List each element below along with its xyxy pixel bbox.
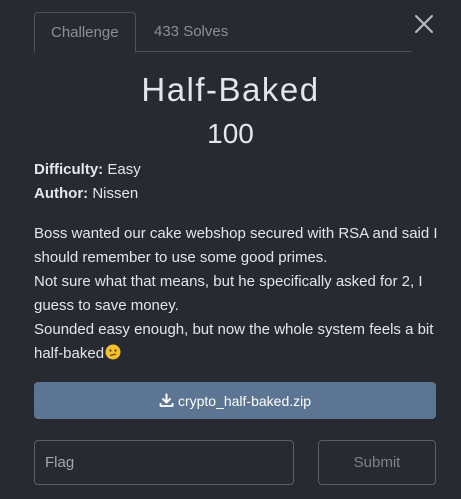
challenge-points: 100 — [207, 118, 254, 149]
difficulty-label: Difficulty: — [34, 161, 104, 178]
difficulty-value: Easy — [107, 161, 141, 178]
close-button[interactable] — [413, 13, 435, 35]
close-icon — [415, 15, 433, 33]
flag-input[interactable] — [34, 440, 294, 485]
difficulty-row: Difficulty: Easy — [34, 158, 141, 182]
challenge-description: Boss wanted our cake webshop secured wit… — [34, 222, 444, 366]
description-line: Not sure what that means, but he specifi… — [34, 273, 423, 314]
submit-button[interactable]: Submit — [318, 440, 436, 485]
attachment-filename: crypto_half-baked.zip — [177, 392, 312, 409]
tab-solves[interactable]: 433 Solves — [138, 12, 244, 53]
challenge-modal: Challenge 433 Solves Half-Baked 100 Diff… — [0, 0, 461, 499]
author-row: Author: Nissen — [34, 182, 138, 206]
description-line-last: Sounded easy enough, but now the whole s… — [34, 318, 444, 366]
author-label: Author: — [34, 185, 89, 202]
description-line-text: Sounded easy enough, but now the whole s… — [34, 321, 434, 362]
tab-bar: Challenge 433 Solves — [34, 12, 412, 53]
challenge-title: Half-Baked — [141, 71, 320, 108]
download-attachment-button[interactable]: crypto_half-baked.zip — [34, 382, 436, 419]
author-value: Nissen — [92, 185, 139, 202]
download-icon — [159, 393, 174, 407]
description-line: Boss wanted our cake webshop secured wit… — [34, 225, 438, 266]
confused-face-icon — [105, 344, 121, 360]
tab-challenge[interactable]: Challenge — [34, 12, 136, 53]
